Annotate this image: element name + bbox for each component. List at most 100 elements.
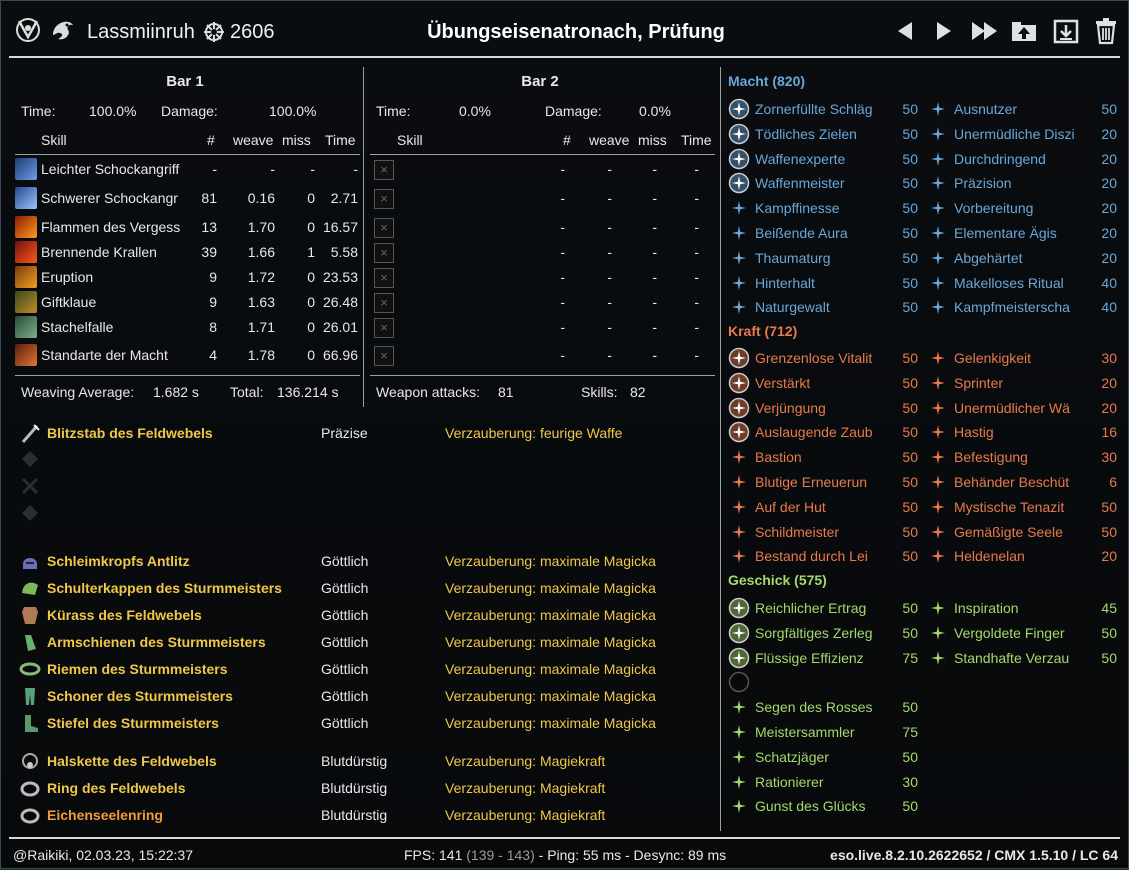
skill-name: Eruption [41, 269, 94, 285]
cp-star-name: Unermüdlicher Wä [954, 399, 1070, 416]
cp-star-value: 50 [902, 474, 918, 490]
empty-value: - [652, 347, 657, 363]
cp-star: Waffenexperte 50 [724, 147, 923, 171]
skill-miss: 0 [307, 294, 315, 310]
last-fight-button[interactable] [969, 17, 1001, 45]
cp-star-name: Tödliches Zielen [755, 125, 857, 142]
empty-slot-icon: × [374, 243, 394, 263]
star-icon [931, 226, 945, 240]
cp-star: Ausnutzer 50 [923, 97, 1123, 121]
previous-fight-button[interactable] [894, 17, 916, 45]
cp-star: Unermüdliche Diszi 20 [923, 122, 1123, 146]
cp-star-name: Verstärkt [755, 374, 811, 391]
empty-value: - [652, 219, 657, 235]
skill-weave: - [270, 161, 275, 177]
chest-icon [22, 607, 38, 624]
star-icon [732, 700, 746, 715]
gear-trait: Göttlich [321, 688, 369, 704]
ring-icon [20, 808, 40, 824]
save-fight-button[interactable] [1051, 17, 1081, 45]
star-icon [732, 475, 746, 489]
bar-2: Bar 2 Time: 0.0% Damage: 0.0% Skill # we… [370, 61, 715, 411]
skill-row: × - - - - [370, 290, 715, 315]
cp-star-value: 30 [902, 773, 918, 790]
skill-count: 4 [209, 347, 217, 363]
cp-star-value: 50 [902, 374, 918, 391]
next-fight-button[interactable] [933, 17, 955, 45]
bar-2-title: Bar 2 [521, 73, 559, 90]
empty-value: - [694, 190, 699, 206]
slotted-star-icon [728, 123, 750, 145]
gear-row: Eichenseelenring Blutdürstig Verzauberung:… [9, 803, 717, 830]
empty-value: - [607, 269, 612, 285]
cp-star-name: Elementare Ägis [954, 225, 1057, 241]
cp-star-name: Bestand durch Lei [755, 548, 868, 565]
skill-time: 66.96 [322, 347, 358, 363]
star-icon [732, 300, 746, 315]
bar-1-damage-label: Damage: [161, 103, 218, 119]
skill-weave: 0.16 [247, 190, 275, 206]
slotted-star-icon [728, 622, 750, 644]
cp-star: Vergoldete Finger 50 [923, 621, 1123, 645]
cmx-window: Lassmiinruh 2606 Übungseisenatronach, Pr… [0, 0, 1129, 869]
total-value: 136.214 s [277, 384, 339, 400]
cp-star: Meistersammler 75 [724, 720, 923, 744]
cp-star: Hinterhalt 50 [724, 271, 923, 295]
upload-button[interactable] [1009, 17, 1039, 45]
belt-icon [19, 662, 41, 676]
cp-star: Mystische Tenazit 50 [923, 495, 1123, 519]
cp-star-name: Gelenkigkeit [954, 350, 1032, 366]
skill-time: 5.58 [330, 244, 358, 260]
cp-star-name: Vorbereitung [954, 200, 1034, 217]
col-skill: Skill [397, 132, 423, 148]
gear-name: Riemen des Sturmmeisters [47, 661, 228, 677]
star-icon [931, 549, 945, 564]
cp-star: Sorgfältiges Zerleg 50 [724, 621, 923, 645]
fight-title: Übungseisenatronach, Prüfung [427, 21, 725, 43]
skill-row: × - - - - [370, 315, 715, 340]
footer-divider [9, 837, 1120, 839]
cp-star-name: Beißende Aura [755, 225, 848, 241]
cp-star-value: 50 [902, 399, 918, 416]
cp-star-name: Kampffinesse [755, 200, 840, 217]
cp-star: Waffenmeister 50 [724, 171, 923, 195]
slotted-star-icon [728, 397, 750, 418]
empty-slot-icon: × [374, 268, 394, 288]
star-icon [931, 625, 945, 640]
delete-button[interactable] [1093, 17, 1119, 45]
cp-star-name: Präzision [954, 175, 1012, 192]
star-icon [931, 524, 945, 539]
gear-row: Riemen des Sturmmeisters Göttlich Verzaube… [9, 657, 717, 684]
cp-star-name: Meistersammler [755, 724, 855, 740]
weaving-average-label: Weaving Average: [21, 384, 135, 400]
cp-star: Segen des Rosses 50 [724, 695, 923, 719]
cp-star: Flüssige Effizienz 75 [724, 646, 923, 670]
bar-1-damage-value: 100.0% [269, 103, 317, 119]
boots-icon [25, 715, 38, 732]
cp-star-value: 50 [902, 624, 918, 641]
cp-star: Heldenelan 20 [923, 544, 1123, 568]
skill-count: 39 [201, 244, 217, 260]
skill-weave: 1.63 [247, 294, 275, 310]
version-info: eso.live.8.2.10.2622652 / CMX 1.5.10 / L… [830, 847, 1118, 863]
gear-enchantment: Verzauberung: Magiekraft [445, 780, 606, 796]
slotted-star-icon [728, 173, 750, 194]
cp-star-value: 50 [902, 350, 918, 366]
bar-2-damage-label: Damage: [545, 103, 602, 119]
cp-star: Blutige Erneuerun 50 [724, 470, 923, 494]
empty-backbar-offhand-icon [22, 505, 38, 521]
cp-star: Grenzenlose Vitalit 50 [724, 346, 923, 370]
cp-star-name: Auf der Hut [755, 498, 826, 515]
empty-slot-icon: × [374, 189, 394, 209]
cp-star-value: 40 [1101, 299, 1117, 316]
skill-name: Standarte der Macht [41, 347, 168, 363]
cp-tree-kraft-title: Kraft (712) [728, 323, 798, 339]
cp-star-name: Auslaugende Zaub [755, 424, 873, 441]
venom-claw-icon [15, 291, 37, 313]
cp-star: Makelloses Ritual 40 [923, 271, 1123, 295]
skill-row: Schwerer Schockangr 81 0.16 0 2.71 [15, 186, 360, 211]
cp-star-value: 50 [1101, 523, 1117, 540]
cp-star: Vorbereitung 20 [923, 196, 1123, 220]
cp-star-name: Unermüdliche Diszi [954, 125, 1075, 142]
empty-value: - [560, 294, 565, 310]
